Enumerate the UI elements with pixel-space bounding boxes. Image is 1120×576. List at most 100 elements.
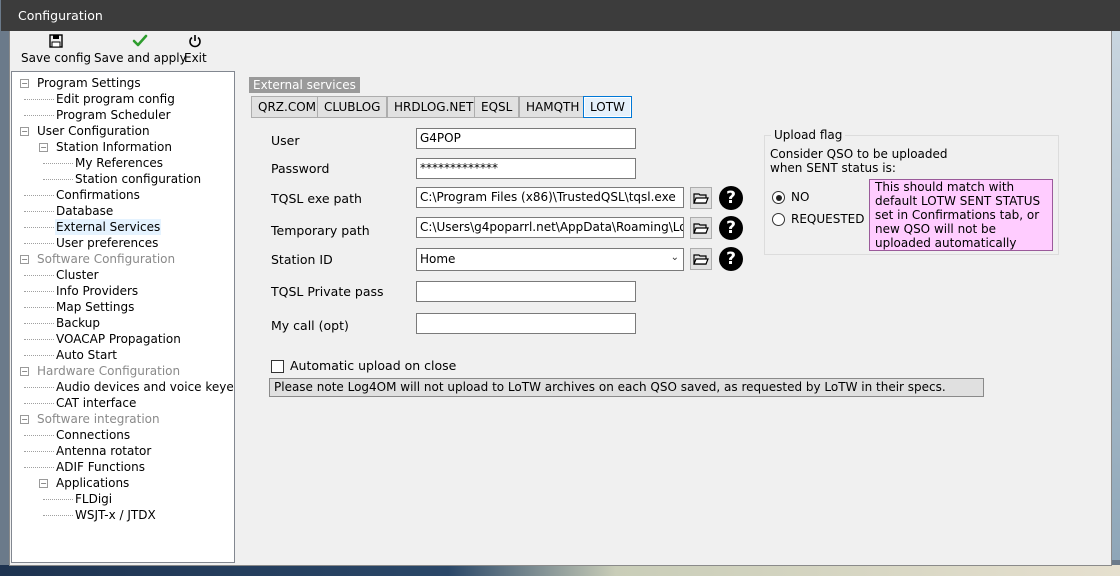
tree-item-program-settings[interactable]: Program Settings	[37, 75, 141, 91]
tab-hrdlog[interactable]: HRDLOG.NET	[387, 96, 481, 118]
tree-connector	[43, 163, 73, 164]
tab-qrz[interactable]: QRZ.COM	[251, 96, 323, 118]
tree-item-label: User Configuration	[37, 124, 150, 138]
desktop-background-right	[1112, 30, 1120, 560]
browse-tqsl-exe-button[interactable]	[690, 187, 712, 209]
tree-item-software-integration[interactable]: Software integration	[37, 411, 160, 427]
tree-connector	[24, 195, 54, 196]
tree-item-cat-interface[interactable]: CAT interface	[56, 395, 136, 411]
tree-item-label: Antenna rotator	[56, 444, 152, 458]
tree-item-fldigi[interactable]: FLDigi	[75, 491, 112, 507]
configuration-window: Configuration Save config Save and apply…	[1, 0, 1120, 566]
tree-item-antenna-rotator[interactable]: Antenna rotator	[56, 443, 151, 459]
radio-requested[interactable]	[772, 213, 785, 226]
password-field[interactable]: *************	[416, 158, 636, 179]
upload-flag-group: Upload flag Consider QSO to be uploaded …	[764, 128, 1059, 255]
tree-item-label: Audio devices and voice keyer	[56, 380, 235, 394]
tree-item-station-information[interactable]: Station Information	[56, 139, 172, 155]
exit-button[interactable]: Exit	[184, 33, 207, 65]
tab-lotw[interactable]: LOTW	[583, 96, 632, 118]
settings-tree[interactable]: Program Settings − Edit program config Prog…	[11, 71, 235, 563]
tree-item-external-services[interactable]: External Services	[54, 219, 162, 235]
save-and-apply-button[interactable]: Save and apply	[94, 33, 187, 65]
tree-item-label: Station configuration	[75, 172, 202, 186]
collapse-icon[interactable]: −	[20, 79, 29, 88]
save-and-apply-label: Save and apply	[94, 51, 187, 65]
tree-item-station-configuration[interactable]: Station configuration	[75, 171, 201, 187]
upload-flag-note: This should match with default LOTW SENT…	[869, 179, 1053, 251]
tqsl-private-pass-label: TQSL Private pass	[271, 284, 384, 299]
user-field[interactable]: G4POP	[416, 128, 636, 149]
tree-connector	[24, 275, 54, 276]
tree-connector	[24, 115, 54, 116]
tree-item-map-settings[interactable]: Map Settings	[56, 299, 134, 315]
tree-connector	[24, 403, 54, 404]
tree-item-label: Info Providers	[56, 284, 139, 298]
browse-station-button[interactable]	[690, 248, 712, 270]
power-icon	[189, 35, 202, 48]
tqsl-exe-path-field[interactable]: C:\Program Files (x86)\TrustedQSL\tqsl.e…	[416, 187, 684, 208]
tree-item-hardware-configuration[interactable]: Hardware Configuration	[37, 363, 180, 379]
tree-item-backup[interactable]: Backup	[56, 315, 100, 331]
collapse-icon[interactable]: −	[20, 367, 29, 376]
folder-open-icon	[693, 254, 709, 265]
help-icon[interactable]: ?	[719, 186, 743, 210]
tree-item-adif-functions[interactable]: ADIF Functions	[56, 459, 145, 475]
tree-item-label: CAT interface	[56, 396, 137, 410]
window-title: Configuration	[18, 8, 103, 23]
tree-item-database[interactable]: Database	[56, 203, 113, 219]
tree-item-info-providers[interactable]: Info Providers	[56, 283, 138, 299]
user-label: User	[271, 133, 300, 148]
collapse-icon[interactable]: −	[20, 255, 29, 264]
tree-item-program-scheduler[interactable]: Program Scheduler	[56, 107, 171, 123]
tree-item-label: User preferences	[56, 236, 159, 250]
tab-eqsl[interactable]: EQSL	[474, 96, 520, 118]
tab-clublog[interactable]: CLUBLOG	[317, 96, 388, 118]
radio-requested-label: REQUESTED	[791, 212, 865, 226]
temporary-path-field[interactable]: C:\Users\g4poparrl.net\AppData\Roaming\L…	[416, 217, 684, 238]
help-icon[interactable]: ?	[719, 247, 743, 271]
toolbar: Save config Save and apply Exit	[10, 31, 1111, 69]
title-bar[interactable]: Configuration	[1, 0, 1120, 31]
tree-item-wsjt-x-jtdx[interactable]: WSJT-x / JTDX	[75, 507, 156, 523]
tree-item-confirmations[interactable]: Confirmations	[56, 187, 140, 203]
tree-item-voacap-propagation[interactable]: VOACAP Propagation	[56, 331, 181, 347]
tree-item-auto-start[interactable]: Auto Start	[56, 347, 117, 363]
tree-item-label: Program Scheduler	[56, 108, 171, 122]
tree-item-applications[interactable]: Applications	[56, 475, 129, 491]
tree-item-software-configuration[interactable]: Software Configuration	[37, 251, 175, 267]
tree-item-label: Applications	[56, 476, 130, 490]
tree-item-audio-devices-and-voice-keyer[interactable]: Audio devices and voice keyer	[56, 379, 235, 395]
tree-item-edit-program-config[interactable]: Edit program config	[56, 91, 175, 107]
station-id-select[interactable]: Home ⌄	[416, 248, 684, 271]
collapse-icon[interactable]: −	[20, 127, 29, 136]
help-icon[interactable]: ?	[719, 216, 743, 240]
tree-item-connections[interactable]: Connections	[56, 427, 130, 443]
auto-upload-checkbox[interactable]	[271, 360, 284, 373]
upload-flag-legend: Upload flag	[771, 128, 846, 142]
my-call-field[interactable]	[416, 313, 636, 334]
collapse-icon[interactable]: −	[39, 143, 48, 152]
collapse-icon[interactable]: −	[20, 415, 29, 424]
tree-connector	[24, 435, 54, 436]
upload-flag-description: Consider QSO to be uploaded when SENT st…	[770, 147, 948, 175]
tqsl-private-pass-field[interactable]	[416, 281, 636, 302]
save-config-button[interactable]: Save config	[21, 33, 91, 65]
lotw-notice: Please note Log4OM will not upload to Lo…	[269, 378, 984, 397]
tree-item-my-references[interactable]: My References	[75, 155, 163, 171]
tree-item-label: Database	[56, 204, 114, 218]
radio-no[interactable]	[772, 191, 785, 204]
tree-connector	[24, 467, 54, 468]
radio-no-label: NO	[791, 190, 810, 204]
collapse-icon[interactable]: −	[39, 479, 48, 488]
tree-connector	[24, 211, 54, 212]
tree-item-user-configuration[interactable]: User Configuration	[37, 123, 150, 139]
tree-item-user-preferences[interactable]: User preferences	[56, 235, 158, 251]
tree-connector	[24, 387, 54, 388]
browse-temporary-path-button[interactable]	[690, 217, 712, 239]
tab-hamqth[interactable]: HAMQTH	[519, 96, 587, 118]
tree-item-label: WSJT-x / JTDX	[75, 508, 156, 522]
chevron-down-icon: ⌄	[670, 252, 679, 263]
checkmark-icon	[133, 34, 148, 47]
tree-item-cluster[interactable]: Cluster	[56, 267, 99, 283]
